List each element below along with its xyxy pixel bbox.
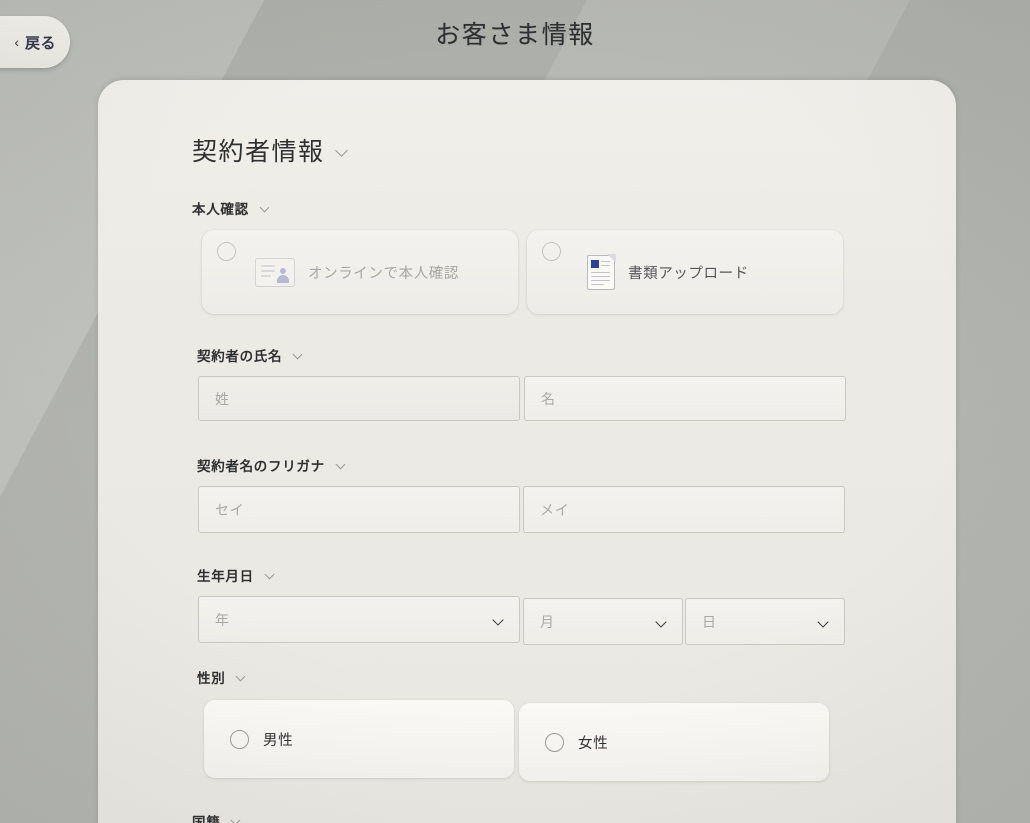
app-screen: お客さま情報 ‹ 戻る 契約者情報 本人確認 オンラインで本人確認 書類アップロ…: [0, 0, 1030, 823]
first-kana-input[interactable]: メイ: [523, 486, 845, 533]
chevron-down-icon[interactable]: [293, 351, 306, 359]
app-header: お客さま情報 ‹ 戻る: [0, 0, 1030, 88]
section-header[interactable]: 契約者情報: [192, 132, 349, 168]
birth-month-select[interactable]: 月: [523, 598, 683, 645]
document-icon: [587, 253, 616, 290]
identity-option-upload-body: 書類アップロード: [527, 230, 843, 314]
gender-option-male-label: 男性: [263, 732, 294, 749]
chevron-down-icon[interactable]: [336, 461, 349, 469]
chevron-down-icon: [493, 616, 505, 624]
gender-option-female[interactable]: 女性: [519, 703, 829, 781]
radio-button[interactable]: [230, 729, 249, 749]
page-title: お客さま情報: [435, 21, 595, 49]
first-name-input[interactable]: 名: [524, 376, 846, 421]
birthdate-label-group: 生年月日: [197, 565, 278, 585]
furigana-label-group: 契約者名のフリガナ: [197, 455, 349, 475]
birth-day-select[interactable]: 日: [685, 598, 845, 645]
name-label: 契約者の氏名: [197, 349, 283, 364]
chevron-left-icon: ‹: [14, 34, 19, 50]
identity-option-online[interactable]: オンラインで本人確認: [202, 230, 518, 314]
gender-label: 性別: [197, 671, 226, 686]
chevron-down-icon[interactable]: [236, 673, 249, 681]
identity-verification-label-group: 本人確認: [192, 198, 273, 218]
chevron-down-icon[interactable]: [265, 571, 278, 579]
form-container: 契約者情報 本人確認 オンラインで本人確認 書類アップロード 契約者の氏名 姓 …: [98, 80, 956, 823]
nationality-label-group: 国籍: [192, 814, 244, 823]
nationality-label: 国籍: [192, 815, 221, 823]
birthdate-label: 生年月日: [197, 569, 254, 584]
name-label-group: 契約者の氏名: [197, 345, 306, 365]
last-kana-input[interactable]: セイ: [198, 486, 520, 533]
gender-option-male[interactable]: 男性: [204, 700, 514, 778]
chevron-down-icon[interactable]: [336, 146, 349, 154]
identity-option-upload-label: 書類アップロード: [628, 265, 749, 282]
chevron-down-icon[interactable]: [231, 817, 244, 823]
chevron-down-icon[interactable]: [260, 204, 273, 212]
birth-day-value: 日: [702, 613, 717, 630]
section-title: 契約者情報: [192, 138, 325, 166]
chevron-down-icon: [818, 618, 830, 626]
gender-option-female-label: 女性: [578, 735, 609, 752]
identity-option-upload[interactable]: 書類アップロード: [527, 230, 843, 314]
gender-label-group: 性別: [197, 667, 249, 687]
radio-button[interactable]: [545, 732, 564, 752]
birth-year-value: 年: [215, 611, 230, 628]
identity-verification-label: 本人確認: [192, 202, 249, 217]
last-name-input[interactable]: 姓: [198, 376, 520, 421]
identity-option-online-label: オンラインで本人確認: [308, 265, 459, 282]
furigana-label: 契約者名のフリガナ: [197, 459, 325, 474]
id-card-icon: [255, 257, 295, 287]
chevron-down-icon: [656, 618, 668, 626]
identity-option-online-body: オンラインで本人確認: [202, 230, 518, 314]
birth-year-select[interactable]: 年: [198, 596, 520, 643]
back-button[interactable]: ‹ 戻る: [0, 16, 70, 68]
content-sheet: 契約者情報 本人確認 オンラインで本人確認 書類アップロード 契約者の氏名 姓 …: [98, 80, 956, 823]
birth-month-value: 月: [540, 613, 555, 630]
back-button-label: 戻る: [24, 34, 56, 52]
